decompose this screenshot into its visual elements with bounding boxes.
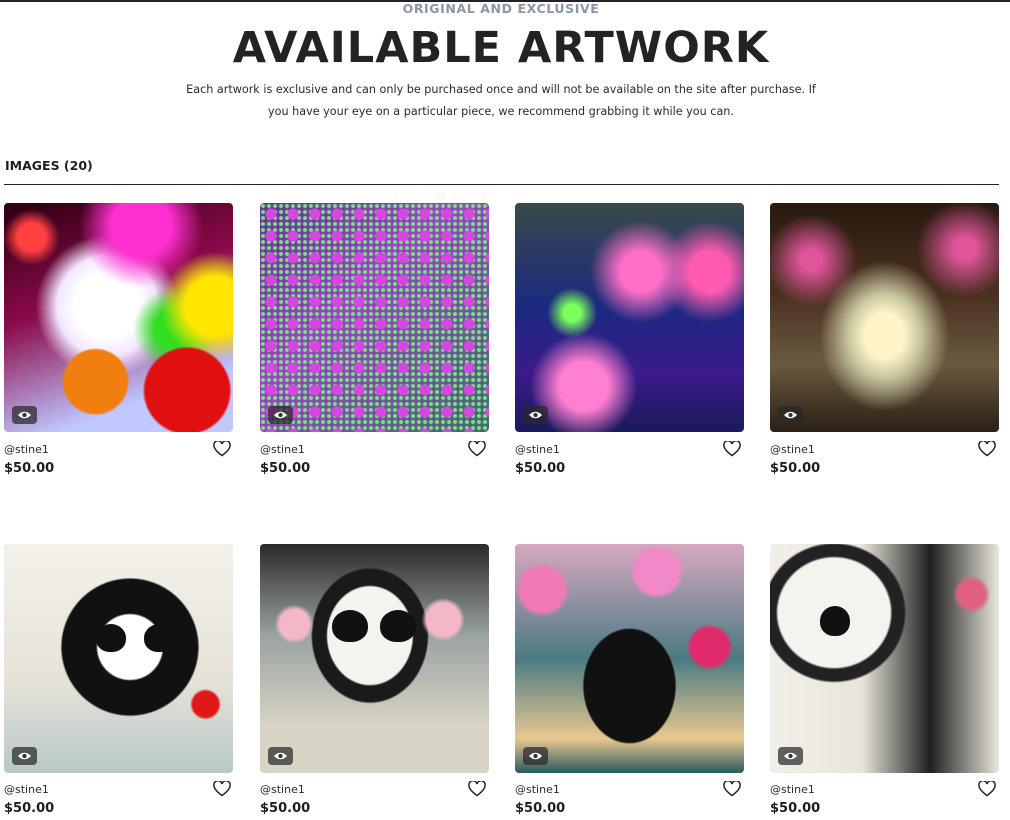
artwork-price: $50.00 xyxy=(260,801,311,816)
artwork-image[interactable] xyxy=(260,544,489,773)
artwork-card[interactable] xyxy=(4,544,233,774)
eyebrow-label: ORIGINAL AND EXCLUSIVE xyxy=(402,1,600,16)
artist-handle[interactable]: @stine1 xyxy=(515,783,560,796)
preview-button[interactable] xyxy=(12,406,37,424)
heart-outline-icon[interactable] xyxy=(978,781,996,797)
artist-handle[interactable]: @stine1 xyxy=(4,783,49,796)
artwork-image[interactable] xyxy=(770,203,999,432)
skull-eye-shape xyxy=(144,624,174,652)
artwork-card[interactable] xyxy=(260,203,489,433)
artist-handle[interactable]: @stine1 xyxy=(260,783,305,796)
eye-icon xyxy=(783,752,798,760)
heart-outline-icon[interactable] xyxy=(468,781,486,797)
preview-button[interactable] xyxy=(523,406,548,424)
page-description: Each artwork is exclusive and can only b… xyxy=(186,83,816,118)
artwork-image[interactable] xyxy=(4,544,233,773)
artist-handle[interactable]: @stine1 xyxy=(515,443,560,456)
artwork-card[interactable] xyxy=(770,203,999,433)
eye-icon xyxy=(273,411,288,419)
artwork-card[interactable] xyxy=(515,203,744,433)
skull-eye-shape xyxy=(96,624,126,652)
eye-icon xyxy=(528,752,543,760)
preview-button[interactable] xyxy=(778,747,803,765)
artist-handle[interactable]: @stine1 xyxy=(4,443,49,456)
preview-button[interactable] xyxy=(12,747,37,765)
skull-eye-shape xyxy=(332,610,368,642)
section-divider xyxy=(4,184,999,185)
artwork-image[interactable] xyxy=(515,544,744,773)
artwork-price: $50.00 xyxy=(770,801,821,816)
artwork-card[interactable] xyxy=(4,203,233,433)
images-count-label: IMAGES (20) xyxy=(5,158,93,173)
artwork-price: $50.00 xyxy=(770,461,821,476)
artwork-image[interactable] xyxy=(515,203,744,432)
artist-handle[interactable]: @stine1 xyxy=(770,443,815,456)
artwork-card[interactable] xyxy=(770,544,999,774)
artwork-price: $50.00 xyxy=(4,801,55,816)
skull-eye-shape xyxy=(820,606,850,636)
artwork-image[interactable] xyxy=(4,203,233,432)
artwork-price: $50.00 xyxy=(515,461,566,476)
artwork-card[interactable] xyxy=(260,544,489,774)
artwork-price: $50.00 xyxy=(4,461,55,476)
artist-handle[interactable]: @stine1 xyxy=(770,783,815,796)
heart-outline-icon[interactable] xyxy=(213,781,231,797)
artist-handle[interactable]: @stine1 xyxy=(260,443,305,456)
preview-button[interactable] xyxy=(523,747,548,765)
eye-icon xyxy=(17,411,32,419)
page-title: AVAILABLE ARTWORK xyxy=(232,23,770,73)
preview-button[interactable] xyxy=(268,747,293,765)
heart-outline-icon[interactable] xyxy=(723,781,741,797)
artwork-card[interactable] xyxy=(515,544,744,774)
artwork-price: $50.00 xyxy=(515,801,566,816)
eye-icon xyxy=(528,411,543,419)
heart-outline-icon[interactable] xyxy=(213,441,231,457)
artwork-image[interactable] xyxy=(770,544,999,773)
eye-icon xyxy=(273,752,288,760)
heart-outline-icon[interactable] xyxy=(468,441,486,457)
artwork-image[interactable] xyxy=(260,203,489,432)
preview-button[interactable] xyxy=(778,406,803,424)
preview-button[interactable] xyxy=(268,406,293,424)
eye-icon xyxy=(17,752,32,760)
eye-icon xyxy=(783,411,798,419)
heart-outline-icon[interactable] xyxy=(723,441,741,457)
skull-eye-shape xyxy=(380,610,416,642)
artwork-price: $50.00 xyxy=(260,461,311,476)
heart-outline-icon[interactable] xyxy=(978,441,996,457)
